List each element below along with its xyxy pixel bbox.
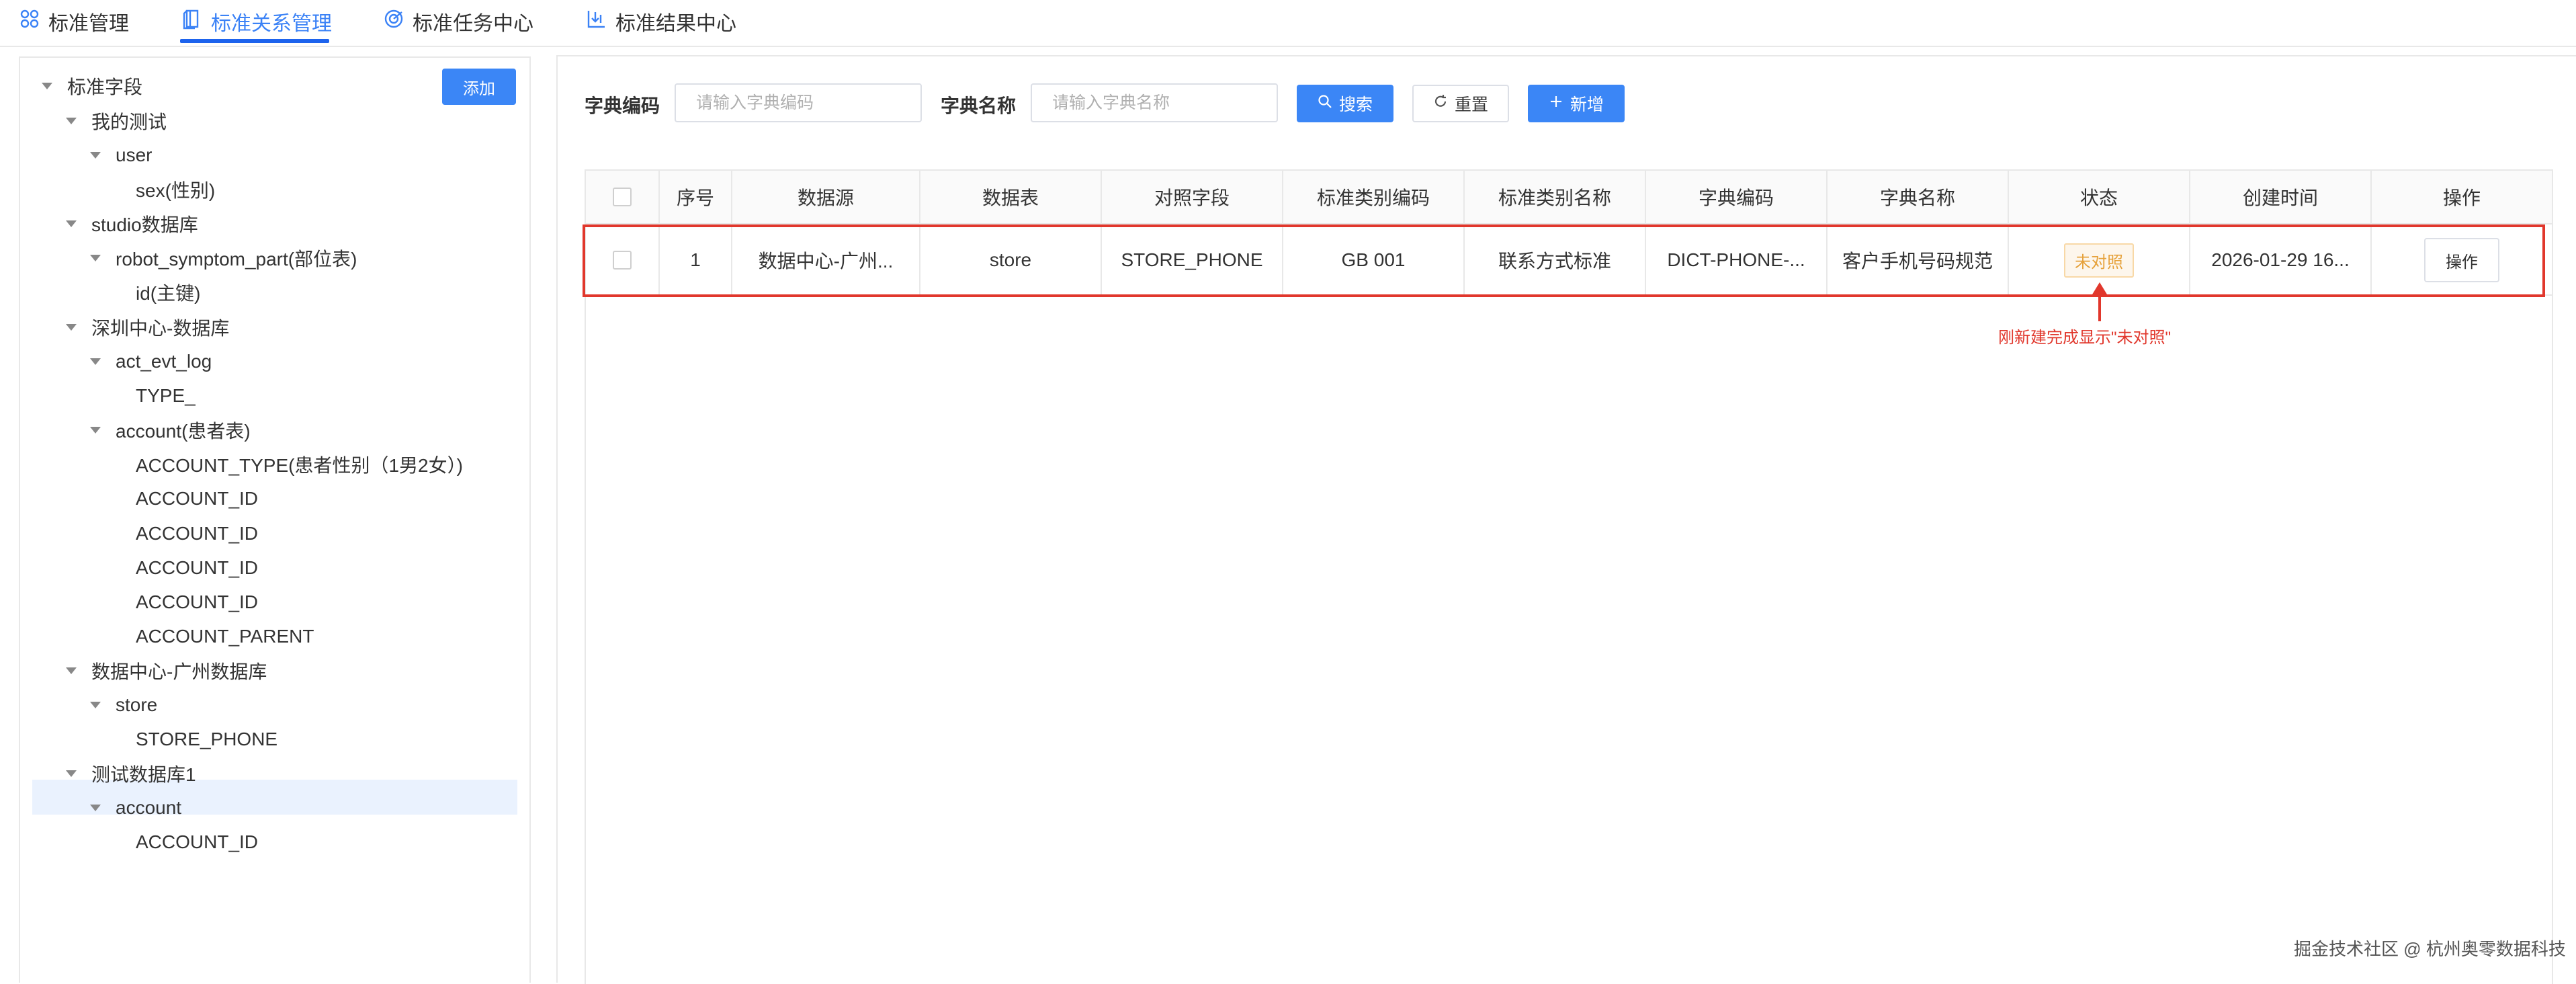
tree-leaf[interactable]: ACCOUNT_ID	[136, 552, 258, 584]
caret-down-icon[interactable]	[90, 152, 101, 159]
caret-down-icon[interactable]	[66, 220, 77, 227]
column-header: 状态	[2009, 171, 2190, 224]
annotation-arrow-icon	[2092, 282, 2107, 321]
top-tab-bar: 标准管理 标准关系管理 标准任务中心 标准结果中心	[0, 0, 2576, 47]
add-tree-node-button[interactable]: 添加	[442, 69, 516, 105]
add-button[interactable]: 新增	[1528, 85, 1625, 122]
tree-node[interactable]: studio数据库	[66, 208, 198, 240]
plus-icon	[1549, 94, 1563, 114]
tree-node[interactable]: account(患者表)	[90, 414, 251, 446]
select-all-header	[586, 171, 660, 224]
tree-node[interactable]: 我的测试	[66, 105, 167, 137]
relation-table: 序号 数据源 数据表 对照字段 标准类别编码 标准类别名称 字典编码 字典名称 …	[585, 169, 2553, 984]
target-icon	[383, 8, 413, 35]
chart-download-icon	[586, 8, 615, 35]
caret-down-icon[interactable]	[90, 805, 101, 811]
dict-code-label: 字典编码	[585, 95, 660, 116]
tab-label: 标准任务中心	[413, 13, 533, 35]
tab-standard-management[interactable]: 标准管理	[19, 5, 129, 38]
tree-node[interactable]: store	[90, 689, 157, 721]
column-header: 标准类别编码	[1283, 171, 1465, 224]
tree-leaf[interactable]: ACCOUNT_PARENT	[136, 620, 314, 653]
row-dict-code: DICT-PHONE-...	[1646, 226, 1828, 296]
tree-leaf-selected[interactable]: STORE_PHONE	[136, 723, 277, 755]
book-icon	[181, 8, 211, 35]
tree-node[interactable]: 深圳中心-数据库	[66, 311, 229, 343]
tab-standard-result-center[interactable]: 标准结果中心	[586, 5, 736, 38]
caret-down-icon[interactable]	[66, 770, 77, 777]
tree-node[interactable]: 数据中心-广州数据库	[66, 655, 267, 687]
column-header: 字典名称	[1828, 171, 2009, 224]
caret-down-icon[interactable]	[90, 427, 101, 434]
column-header: 操作	[2372, 171, 2552, 224]
annotation-note: 刚新建完成显示"未对照"	[1998, 329, 2172, 347]
row-table: store	[920, 226, 1102, 296]
tree-leaf[interactable]: id(主键)	[136, 276, 200, 309]
dictionary-relation-panel: 字典编码 字典名称 搜索 重置 新增 序号 数据源 数据表 对照字段 标准类别编…	[556, 55, 2576, 984]
tab-label: 标准结果中心	[615, 13, 736, 35]
tree-leaf[interactable]: ACCOUNT_ID	[136, 483, 258, 515]
row-source: 数据中心-广州...	[732, 226, 920, 296]
reset-button[interactable]: 重置	[1412, 85, 1509, 122]
column-header: 数据表	[920, 171, 1102, 224]
tree-node[interactable]: robot_symptom_part(部位表)	[90, 242, 357, 274]
tree-node[interactable]: 标准字段	[42, 70, 142, 102]
caret-down-icon[interactable]	[90, 702, 101, 708]
row-action-button[interactable]: 操作	[2424, 238, 2499, 282]
tree-node[interactable]: 测试数据库1	[66, 757, 196, 790]
tree-leaf[interactable]: sex(性别)	[136, 173, 215, 206]
tab-label: 标准关系管理	[211, 13, 332, 35]
row-index: 1	[660, 226, 732, 296]
tree-node[interactable]: user	[90, 139, 152, 171]
watermark: 掘金技术社区 @ 杭州奥零数据科技	[2294, 939, 2566, 959]
tree-node[interactable]: account	[90, 792, 181, 824]
column-header: 对照字段	[1102, 171, 1283, 224]
table-row-select	[586, 226, 660, 296]
standard-field-tree-panel: 添加 标准字段 我的测试 user sex(性别) studio数据库 robo…	[19, 56, 531, 983]
tab-standard-task-center[interactable]: 标准任务中心	[383, 5, 533, 38]
status-badge: 未对照	[2064, 243, 2134, 278]
column-header: 数据源	[732, 171, 920, 224]
dict-name-label: 字典名称	[941, 95, 1017, 116]
tree-leaf[interactable]: ACCOUNT_TYPE(患者性别（1男2女）)	[136, 448, 463, 481]
tree-leaf[interactable]: ACCOUNT_ID	[136, 586, 258, 618]
active-tab-indicator	[180, 39, 329, 43]
tree-node[interactable]: act_evt_log	[90, 345, 212, 378]
caret-down-icon[interactable]	[66, 667, 77, 674]
select-all-checkbox[interactable]	[613, 188, 632, 206]
column-header: 序号	[660, 171, 732, 224]
grid-icon	[19, 8, 48, 35]
caret-down-icon[interactable]	[66, 324, 77, 331]
row-field: STORE_PHONE	[1102, 226, 1283, 296]
caret-down-icon[interactable]	[90, 255, 101, 261]
caret-down-icon[interactable]	[66, 118, 77, 124]
column-header: 创建时间	[2190, 171, 2372, 224]
refresh-icon	[1433, 94, 1448, 114]
row-category-name: 联系方式标准	[1465, 226, 1646, 296]
row-created-time: 2026-01-29 16...	[2190, 226, 2372, 296]
row-dict-name: 客户手机号码规范	[1828, 226, 2009, 296]
row-checkbox[interactable]	[613, 251, 632, 270]
dict-code-input[interactable]	[675, 83, 922, 122]
column-header: 标准类别名称	[1465, 171, 1646, 224]
dict-name-input[interactable]	[1031, 83, 1278, 122]
tab-label: 标准管理	[48, 13, 129, 35]
row-action-cell: 操作	[2372, 226, 2552, 296]
search-button[interactable]: 搜索	[1297, 85, 1393, 122]
caret-down-icon[interactable]	[90, 358, 101, 365]
column-header: 字典编码	[1646, 171, 1828, 224]
tree-leaf[interactable]: TYPE_	[136, 380, 196, 412]
search-icon	[1318, 94, 1332, 114]
row-category-code: GB 001	[1283, 226, 1465, 296]
caret-down-icon[interactable]	[42, 83, 52, 89]
tree-leaf[interactable]: ACCOUNT_ID	[136, 518, 258, 550]
tab-standard-relation-management[interactable]: 标准关系管理	[181, 5, 332, 38]
tree-leaf[interactable]: ACCOUNT_ID	[136, 826, 258, 858]
